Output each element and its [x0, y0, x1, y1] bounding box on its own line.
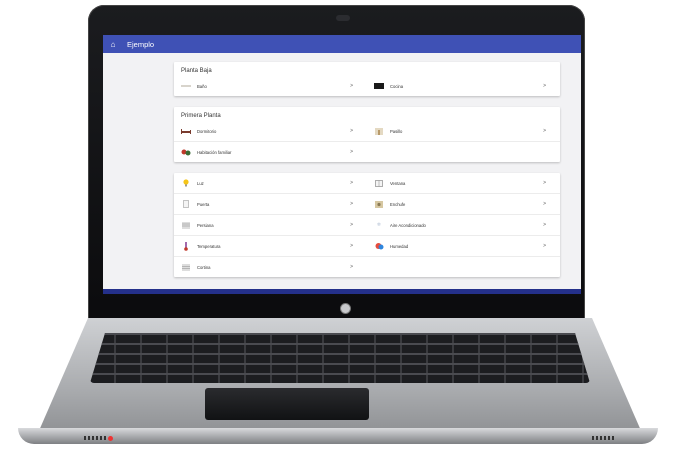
- curtain-icon: [181, 263, 191, 271]
- app-bar: ⌂ Ejemplo: [103, 35, 581, 53]
- app-title: Ejemplo: [127, 39, 155, 49]
- list-item-humedad[interactable]: Humedad >: [367, 236, 560, 257]
- brand-logo-icon: [340, 303, 351, 314]
- list-item-aire-acondicionado[interactable]: ❄ Aire Acondicionado >: [367, 215, 560, 236]
- speaker-grille-right: [592, 436, 614, 440]
- list-item-dormitorio[interactable]: Dormitorio >: [174, 121, 367, 142]
- chevron-right-icon: >: [350, 149, 353, 155]
- list-item-label: Aire Acondicionado: [390, 222, 426, 228]
- status-led: [108, 436, 113, 441]
- chevron-right-icon: >: [350, 222, 353, 228]
- screen-bottom-strip: [103, 289, 581, 294]
- list-item-label: Persiana: [197, 222, 214, 228]
- chevron-right-icon: >: [350, 243, 353, 249]
- list-item-cortina[interactable]: Cortina >: [174, 257, 367, 277]
- list-item-label: Enchufe: [390, 201, 406, 207]
- door-icon: [181, 200, 191, 208]
- home-icon[interactable]: ⌂: [103, 40, 123, 49]
- snowflake-icon: ❄: [376, 221, 382, 228]
- card-primera-planta: Primera Planta Dormitorio > Pasillo > Ha…: [174, 107, 560, 162]
- chevron-right-icon: >: [350, 83, 353, 89]
- list-item-pasillo[interactable]: Pasillo >: [367, 121, 560, 142]
- speaker-grille-left: [84, 436, 106, 440]
- list-item-label: Cortina: [197, 264, 211, 270]
- section-title: Primera Planta: [181, 113, 221, 119]
- chevron-right-icon: >: [350, 180, 353, 186]
- window-icon: [374, 179, 384, 187]
- lightbulb-icon: [181, 179, 191, 187]
- list-item-persiana[interactable]: Persiana >: [174, 215, 367, 236]
- list-item-label: Habitación familiar: [197, 149, 232, 155]
- empty-cell: [367, 257, 560, 277]
- list-item-label: Cocina: [390, 83, 404, 89]
- list-item-label: Humedad: [390, 243, 409, 249]
- thermometer-icon: [181, 241, 191, 251]
- touchpad: [205, 388, 369, 420]
- card-dispositivos: Luz > Ventana > Puerta > Enchufe > Persi…: [174, 173, 560, 277]
- plug-icon: [374, 200, 384, 208]
- hallway-icon: [374, 127, 384, 135]
- chevron-right-icon: >: [543, 128, 546, 134]
- list-item-puerta[interactable]: Puerta >: [174, 194, 367, 215]
- list-item-habitacion-familiar[interactable]: Habitación familiar >: [174, 142, 367, 162]
- chevron-right-icon: >: [543, 243, 546, 249]
- list-item-luz[interactable]: Luz >: [174, 173, 367, 194]
- list-item-label: Puerta: [197, 201, 210, 207]
- humidity-icon: [374, 243, 384, 250]
- kitchen-icon: [374, 83, 384, 89]
- chevron-right-icon: >: [543, 83, 546, 89]
- app-screen: ⌂ Ejemplo Planta Baja Baño > Cocina > Pr…: [103, 35, 581, 289]
- chevron-right-icon: >: [350, 264, 353, 270]
- blind-icon: [181, 221, 191, 229]
- list-item-label: Temperatura: [197, 243, 221, 249]
- bed-icon: [181, 128, 191, 134]
- list-item-label: Luz: [197, 180, 204, 186]
- list-item-bano[interactable]: Baño >: [174, 76, 367, 96]
- list-item-enchufe[interactable]: Enchufe >: [367, 194, 560, 215]
- family-room-icon: [181, 149, 191, 155]
- empty-cell: [367, 142, 560, 162]
- laptop-front-edge: [18, 428, 658, 444]
- list-item-temperatura[interactable]: Temperatura >: [174, 236, 367, 257]
- card-planta-baja: Planta Baja Baño > Cocina >: [174, 62, 560, 96]
- bathtub-icon: [181, 83, 191, 89]
- webcam: [336, 15, 350, 21]
- chevron-right-icon: >: [543, 222, 546, 228]
- chevron-right-icon: >: [543, 180, 546, 186]
- chevron-right-icon: >: [543, 201, 546, 207]
- section-title: Planta Baja: [181, 68, 212, 74]
- list-item-ventana[interactable]: Ventana >: [367, 173, 560, 194]
- list-item-label: Pasillo: [390, 128, 403, 134]
- list-item-cocina[interactable]: Cocina >: [367, 76, 560, 96]
- chevron-right-icon: >: [350, 128, 353, 134]
- chevron-right-icon: >: [350, 201, 353, 207]
- keyboard: [90, 333, 590, 383]
- list-item-label: Baño: [197, 83, 207, 89]
- list-item-label: Ventana: [390, 180, 406, 186]
- list-item-label: Dormitorio: [197, 128, 217, 134]
